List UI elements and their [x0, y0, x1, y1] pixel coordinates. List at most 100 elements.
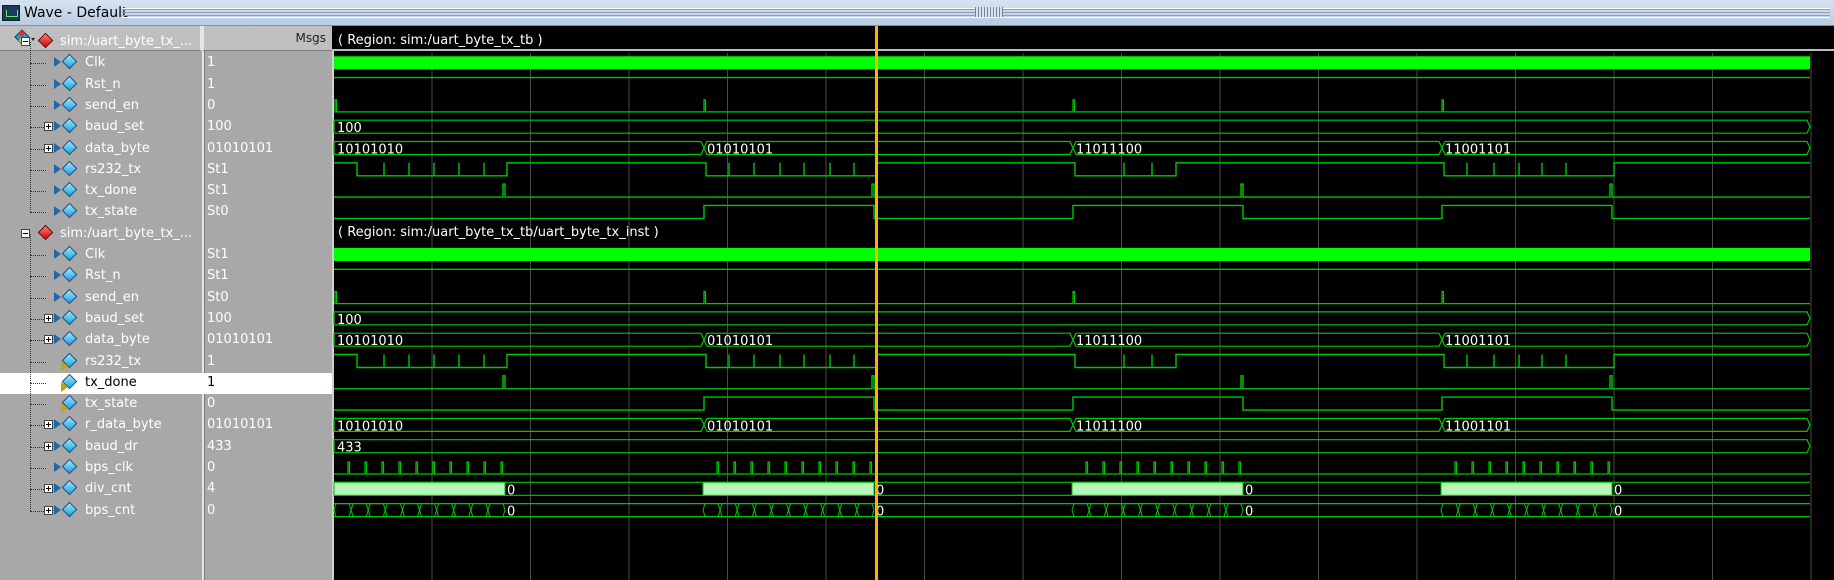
collapse-icon[interactable]: [21, 37, 30, 46]
expand-icon[interactable]: [44, 122, 53, 132]
signal-waveform: [334, 162, 1810, 177]
signal-name: baud_set: [85, 119, 145, 135]
signal-row[interactable]: Rst_n 1: [0, 63, 332, 96]
counter-cell: [1191, 503, 1210, 518]
tree-connector: [30, 255, 46, 256]
expand-icon[interactable]: [44, 335, 53, 345]
signal-row[interactable]: rs232_tx St1: [0, 148, 332, 181]
signal-waveform: [334, 396, 1810, 411]
signal-row[interactable]: send_en St0: [0, 276, 332, 309]
signal-name: rs232_tx: [85, 353, 142, 369]
input-arrow-icon: [54, 206, 61, 217]
signal-row[interactable]: bps_cnt 0: [0, 489, 332, 522]
input-arrow-icon: [54, 78, 61, 89]
signal-group-row[interactable]: sim:/uart_byte_tx_...: [0, 224, 332, 245]
counter-cell: [333, 503, 352, 518]
signal-row[interactable]: data_byte 01010101: [0, 319, 332, 351]
bus-value-label: 0: [507, 505, 515, 520]
tree-connector: [30, 383, 31, 405]
counter-cell: [367, 503, 386, 518]
counter-cell: [1156, 503, 1176, 518]
signal-row[interactable]: send_en 0: [0, 84, 332, 117]
bus-segment: [333, 439, 1811, 454]
counter-cell: [436, 503, 455, 518]
pulse-waveform: [334, 291, 1810, 305]
window-title-bar[interactable]: Wave - Default: [0, 0, 1834, 26]
signal-value: 01010101: [207, 140, 274, 156]
tree-connector: [30, 404, 46, 406]
tree-connector: [30, 42, 31, 64]
expand-icon[interactable]: [44, 484, 53, 494]
red-diamond-icon: [37, 32, 54, 49]
counter-cell: [1457, 503, 1476, 518]
counter-fill: [1440, 481, 1613, 496]
expand-icon[interactable]: [44, 143, 53, 153]
tree-connector: [30, 169, 46, 171]
signal-row[interactable]: Clk St1: [0, 234, 332, 266]
clock-waveform: [334, 56, 1810, 70]
signal-name: baud_set: [85, 310, 145, 326]
counter-cell: [418, 503, 438, 518]
signal-value: 01010101: [207, 417, 274, 433]
collapse-icon[interactable]: [21, 228, 30, 238]
wave-pane[interactable]: 100 10101010 01010101 11011100 11001101 100 10…: [332, 26, 1834, 580]
signal-row[interactable]: Clk 1: [0, 42, 332, 74]
signal-row[interactable]: Rst_n St1: [0, 255, 332, 287]
tree-connector: [30, 106, 31, 128]
signal-row[interactable]: r_data_byte 01010101: [0, 404, 332, 436]
input-arrow-icon: [54, 270, 61, 281]
signal-row[interactable]: baud_set 100: [0, 106, 332, 138]
signal-name: tx_state: [85, 204, 138, 220]
window-title: Wave - Default: [24, 5, 128, 21]
counter-cell: [384, 503, 403, 518]
clock-waveform: [334, 248, 1810, 261]
tree-connector: [30, 84, 31, 106]
signal-value: 0: [207, 460, 216, 475]
signal-name: send_en: [85, 97, 139, 113]
signal-row[interactable]: tx_done St1: [0, 170, 332, 202]
signal-value: 433: [207, 438, 232, 454]
bus-value-label: 01010101: [707, 334, 773, 349]
input-arrow-icon: [54, 249, 61, 259]
counter-cell: [770, 503, 790, 518]
signal-row[interactable]: bps_clk 0: [0, 447, 332, 479]
signal-row[interactable]: tx_state St0: [0, 191, 332, 223]
signal-name: data_byte: [85, 332, 150, 348]
bus-value-label: 10101010: [337, 419, 403, 434]
signal-row[interactable]: data_byte 01010101: [0, 127, 332, 160]
signal-name: data_byte: [85, 140, 150, 156]
input-arrow-icon: [54, 312, 61, 323]
signal-group-row[interactable]: sim:/uart_byte_tx_...: [0, 32, 332, 53]
signal-row[interactable]: baud_dr 433: [0, 425, 332, 458]
signal-row[interactable]: tx_done 1: [0, 361, 332, 394]
input-arrow-icon: [54, 99, 61, 110]
tree-connector: [30, 234, 31, 255]
region-label: ( Region: sim:/uart_byte_tx_tb ): [338, 33, 543, 48]
tree-connector: [30, 404, 31, 426]
signal-row[interactable]: tx_state 0: [0, 383, 332, 415]
signal-name: send_en: [85, 289, 139, 305]
signal-value: 1: [207, 76, 216, 92]
signal-name: bps_clk: [85, 460, 134, 475]
expand-icon[interactable]: [44, 441, 53, 451]
input-arrow-icon: [54, 483, 61, 494]
signal-value: 0: [207, 396, 216, 412]
tree-connector: [30, 105, 46, 107]
signal-row[interactable]: baud_set 100: [0, 297, 332, 330]
expand-icon[interactable]: [44, 313, 53, 323]
signal-name: r_data_byte: [85, 417, 162, 433]
expand-icon[interactable]: [44, 420, 53, 430]
tree-connector: [30, 127, 31, 149]
counter-cell: [1560, 503, 1579, 518]
counter-cell: [1105, 503, 1124, 518]
waveform-canvas[interactable]: 100 10101010 01010101 11011100 11001101 100 10…: [332, 26, 1834, 580]
signal-value: St0: [207, 204, 229, 220]
signal-row[interactable]: div_cnt 4: [0, 468, 332, 500]
expand-icon[interactable]: [44, 505, 53, 515]
signal-name: Rst_n: [85, 268, 121, 284]
signal-waveform: [334, 183, 1810, 198]
title-grip-handle[interactable]: [975, 7, 1003, 17]
bus-segment: [333, 119, 1811, 134]
signal-row[interactable]: rs232_tx 1: [0, 340, 332, 373]
signal-name: bps_cnt: [85, 502, 136, 518]
